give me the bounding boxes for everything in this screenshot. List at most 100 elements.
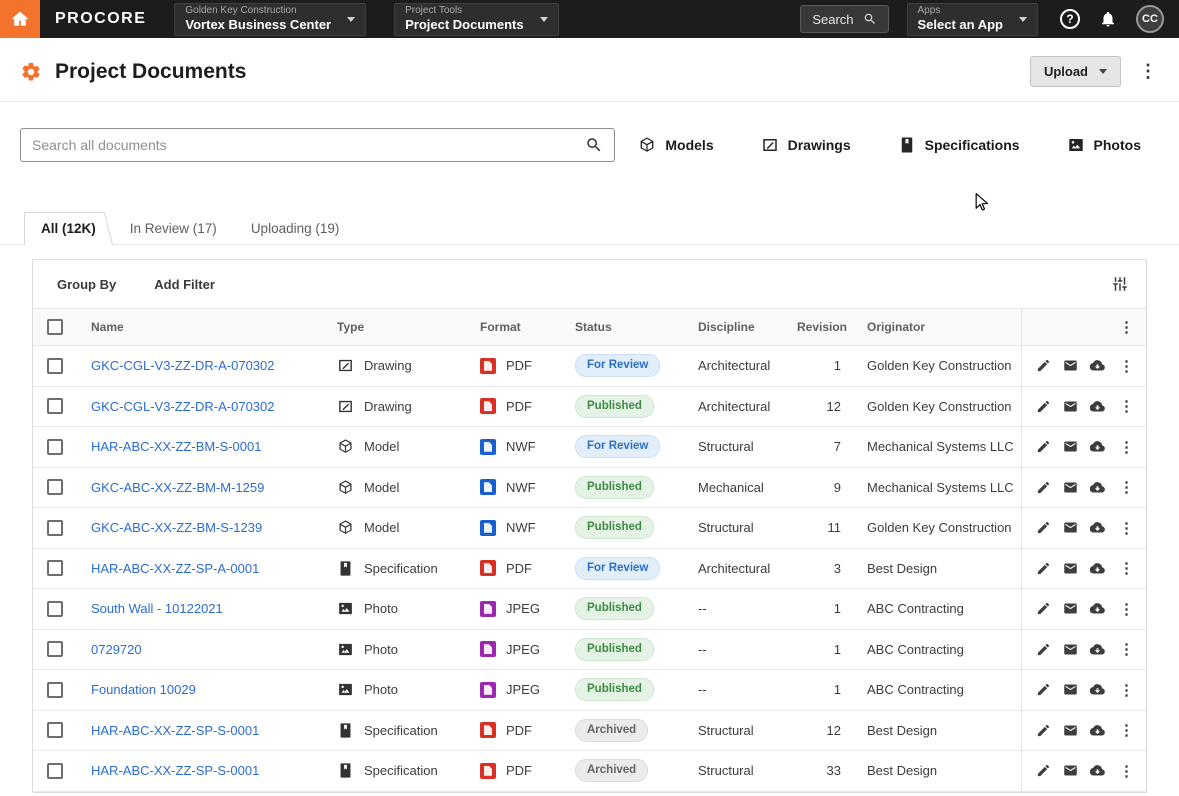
row-checkbox[interactable]	[47, 763, 63, 779]
row-menu-icon[interactable]: ⋮	[1119, 357, 1133, 375]
email-envelope-icon[interactable]	[1063, 480, 1078, 495]
edit-pencil-icon[interactable]	[1036, 561, 1051, 576]
help-button[interactable]: ?	[1060, 9, 1080, 29]
row-checkbox[interactable]	[47, 601, 63, 617]
cloud-download-icon[interactable]	[1090, 601, 1105, 616]
doc-name-link[interactable]: 0729720	[91, 642, 142, 657]
doc-name-link[interactable]: GKC-ABC-XX-ZZ-BM-M-1259	[91, 480, 264, 495]
edit-pencil-icon[interactable]	[1036, 439, 1051, 454]
tab-all[interactable]: All (12K)	[24, 212, 113, 244]
row-checkbox[interactable]	[47, 358, 63, 374]
row-menu-icon[interactable]: ⋮	[1119, 397, 1133, 415]
row-checkbox[interactable]	[47, 439, 63, 455]
column-header-format[interactable]: Format	[466, 320, 561, 334]
cloud-download-icon[interactable]	[1090, 561, 1105, 576]
row-menu-icon[interactable]: ⋮	[1119, 681, 1133, 699]
row-checkbox[interactable]	[47, 560, 63, 576]
nav-photos[interactable]: Photos	[1067, 136, 1141, 154]
nav-drawings[interactable]: Drawings	[761, 136, 851, 154]
global-search-button[interactable]: Search	[800, 5, 888, 33]
email-envelope-icon[interactable]	[1063, 682, 1078, 697]
row-checkbox[interactable]	[47, 398, 63, 414]
row-checkbox[interactable]	[47, 722, 63, 738]
row-checkbox[interactable]	[47, 520, 63, 536]
format-file-icon	[480, 722, 496, 738]
cloud-download-icon[interactable]	[1090, 763, 1105, 778]
tool-picker[interactable]: Project Tools Project Documents	[394, 3, 558, 36]
row-menu-icon[interactable]: ⋮	[1119, 519, 1133, 537]
row-menu-icon[interactable]: ⋮	[1119, 438, 1133, 456]
nav-models[interactable]: Models	[638, 136, 713, 154]
row-menu-icon[interactable]: ⋮	[1119, 478, 1133, 496]
doc-name-link[interactable]: South Wall - 10122021	[91, 601, 223, 616]
doc-name-link[interactable]: HAR-ABC-XX-ZZ-SP-S-0001	[91, 723, 259, 738]
email-envelope-icon[interactable]	[1063, 520, 1078, 535]
email-envelope-icon[interactable]	[1063, 561, 1078, 576]
doc-name-link[interactable]: GKC-CGL-V3-ZZ-DR-A-070302	[91, 399, 275, 414]
company-project-picker[interactable]: Golden Key Construction Vortex Business …	[174, 3, 366, 36]
row-checkbox[interactable]	[47, 479, 63, 495]
cloud-download-icon[interactable]	[1090, 682, 1105, 697]
column-header-status[interactable]: Status	[561, 320, 684, 334]
row-menu-icon[interactable]: ⋮	[1119, 762, 1133, 780]
email-envelope-icon[interactable]	[1063, 358, 1078, 373]
edit-pencil-icon[interactable]	[1036, 358, 1051, 373]
doc-name-link[interactable]: HAR-ABC-XX-ZZ-BM-S-0001	[91, 439, 261, 454]
email-envelope-icon[interactable]	[1063, 399, 1078, 414]
cloud-download-icon[interactable]	[1090, 642, 1105, 657]
cloud-download-icon[interactable]	[1090, 520, 1105, 535]
home-button[interactable]	[0, 0, 40, 38]
cloud-download-icon[interactable]	[1090, 723, 1105, 738]
email-envelope-icon[interactable]	[1063, 763, 1078, 778]
column-header-revision[interactable]: Revision	[783, 320, 853, 334]
add-filter-button[interactable]: Add Filter	[154, 277, 215, 292]
column-header-type[interactable]: Type	[323, 320, 466, 334]
nav-specifications[interactable]: Specifications	[898, 136, 1020, 154]
tab-uploading[interactable]: Uploading (19)	[234, 212, 357, 244]
edit-pencil-icon[interactable]	[1036, 601, 1051, 616]
doc-name-link[interactable]: GKC-CGL-V3-ZZ-DR-A-070302	[91, 358, 275, 373]
filter-settings-icon[interactable]	[1111, 275, 1129, 293]
edit-pencil-icon[interactable]	[1036, 682, 1051, 697]
apps-picker[interactable]: Apps Select an App	[907, 3, 1038, 36]
edit-pencil-icon[interactable]	[1036, 763, 1051, 778]
cloud-download-icon[interactable]	[1090, 399, 1105, 414]
cloud-download-icon[interactable]	[1090, 439, 1105, 454]
edit-pencil-icon[interactable]	[1036, 723, 1051, 738]
table-menu-icon[interactable]: ⋮	[1119, 318, 1133, 336]
email-envelope-icon[interactable]	[1063, 601, 1078, 616]
tab-in-review[interactable]: In Review (17)	[113, 212, 234, 244]
row-menu-icon[interactable]: ⋮	[1119, 559, 1133, 577]
doc-name-link[interactable]: HAR-ABC-XX-ZZ-SP-A-0001	[91, 561, 259, 576]
upload-button[interactable]: Upload	[1030, 56, 1121, 87]
group-by-button[interactable]: Group By	[57, 277, 116, 292]
search-icon[interactable]	[585, 136, 603, 154]
column-header-originator[interactable]: Originator	[853, 320, 1021, 334]
row-checkbox[interactable]	[47, 682, 63, 698]
cloud-download-icon[interactable]	[1090, 358, 1105, 373]
select-all-checkbox[interactable]	[47, 319, 63, 335]
column-header-name[interactable]: Name	[77, 320, 323, 334]
edit-pencil-icon[interactable]	[1036, 520, 1051, 535]
edit-pencil-icon[interactable]	[1036, 399, 1051, 414]
search-input[interactable]	[32, 137, 585, 153]
procore-logo[interactable]: PROCORE	[55, 10, 146, 28]
row-menu-icon[interactable]: ⋮	[1119, 600, 1133, 618]
doc-name-link[interactable]: GKC-ABC-XX-ZZ-BM-S-1239	[91, 520, 262, 535]
doc-name-link[interactable]: Foundation 10029	[91, 682, 196, 697]
email-envelope-icon[interactable]	[1063, 723, 1078, 738]
email-envelope-icon[interactable]	[1063, 439, 1078, 454]
user-avatar[interactable]: CC	[1136, 5, 1164, 33]
doc-type-label: Specification	[364, 763, 438, 778]
edit-pencil-icon[interactable]	[1036, 480, 1051, 495]
notifications-bell-icon[interactable]	[1099, 10, 1117, 28]
email-envelope-icon[interactable]	[1063, 642, 1078, 657]
row-menu-icon[interactable]: ⋮	[1119, 721, 1133, 739]
page-menu-icon[interactable]: ⋮	[1139, 61, 1155, 82]
edit-pencil-icon[interactable]	[1036, 642, 1051, 657]
cloud-download-icon[interactable]	[1090, 480, 1105, 495]
column-header-discipline[interactable]: Discipline	[684, 320, 783, 334]
doc-name-link[interactable]: HAR-ABC-XX-ZZ-SP-S-0001	[91, 763, 259, 778]
row-menu-icon[interactable]: ⋮	[1119, 640, 1133, 658]
row-checkbox[interactable]	[47, 641, 63, 657]
